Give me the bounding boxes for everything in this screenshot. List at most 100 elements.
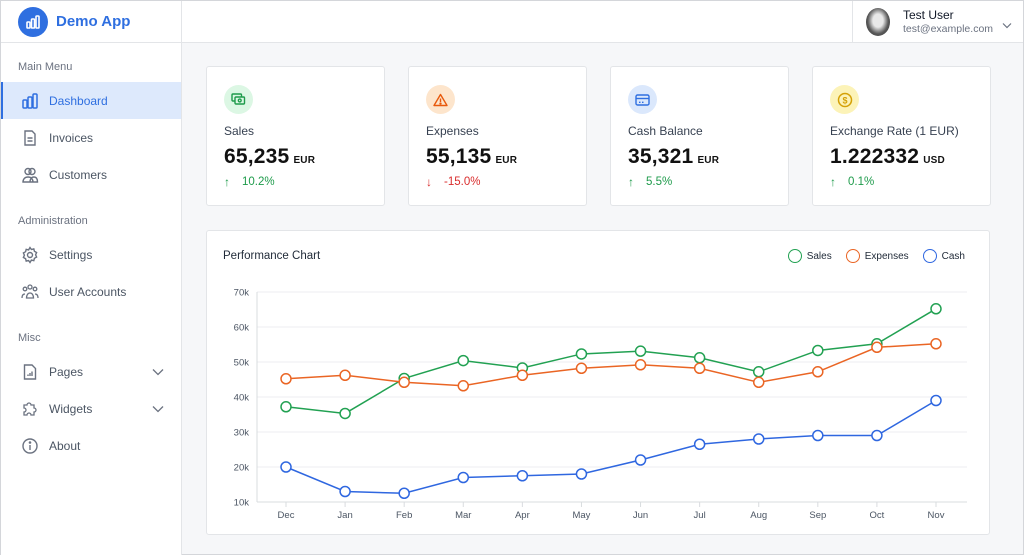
arrow-up-icon: ↑ — [628, 175, 634, 189]
section-label-administration: Administration — [18, 215, 88, 227]
cash-icon — [224, 85, 253, 114]
brand[interactable]: Demo App — [1, 1, 181, 43]
sidebar-item-dashboard[interactable]: Dashboard — [1, 82, 181, 119]
kpi-card-expenses: Expenses 55,135 EUR ↓ -15.0% — [408, 66, 587, 206]
card-change: ↑ 10.2% — [224, 175, 275, 189]
card-unit: EUR — [697, 155, 720, 166]
data-point-expenses — [398, 376, 410, 389]
sidebar-item-invoices[interactable]: Invoices — [1, 119, 181, 156]
y-tick-label: 40k — [234, 393, 250, 404]
chevron-down-icon[interactable] — [152, 402, 164, 416]
card-unit: EUR — [293, 155, 316, 166]
gear-icon — [21, 245, 39, 264]
card-value: 1.222332 USD — [830, 145, 945, 168]
y-tick-label: 60k — [234, 323, 250, 334]
series-line-sales — [285, 308, 937, 415]
line-chart: 10k 20k 30k 40k 50k 60k 70k Dec Jan Feb Mar Apr May J… — [234, 288, 967, 521]
x-tick-label: Jan — [337, 510, 352, 521]
card-unit: EUR — [495, 155, 518, 166]
data-point-expenses — [693, 362, 706, 375]
data-point-expenses — [516, 369, 529, 382]
arrow-up-icon: ↑ — [830, 175, 836, 189]
data-point-cash — [280, 461, 292, 473]
arrow-down-icon: ↓ — [426, 175, 432, 189]
data-point-sales — [812, 344, 824, 357]
data-point-cash — [812, 429, 824, 442]
data-point-sales — [930, 303, 942, 315]
data-point-sales — [575, 348, 588, 360]
card-title: Exchange Rate (1 EUR) — [830, 124, 959, 138]
x-tick-label: Nov — [928, 510, 945, 521]
sidebar: Demo App Main Menu Dashboard Invoices Cu… — [1, 1, 182, 555]
data-point-sales — [280, 401, 292, 413]
document-icon — [21, 129, 39, 147]
series-line-expenses — [285, 343, 937, 387]
card-title: Cash Balance — [628, 124, 703, 138]
x-tick-label: Jul — [694, 510, 706, 521]
card-value: 65,235 EUR — [224, 145, 316, 168]
sidebar-item-label: User Accounts — [49, 284, 127, 299]
svg-text:$: $ — [842, 95, 847, 105]
sidebar-item-user-accounts[interactable]: User Accounts — [1, 273, 181, 310]
data-point-expenses — [457, 380, 470, 392]
data-point-cash — [930, 394, 942, 407]
dollar-coin-icon: $ — [830, 85, 859, 114]
card-change: ↓ -15.0% — [426, 175, 481, 189]
sidebar-item-label: Invoices — [49, 130, 94, 145]
avatar — [866, 7, 890, 36]
sidebar-item-about[interactable]: About — [1, 427, 181, 464]
data-point-sales — [634, 345, 647, 357]
sidebar-item-customers[interactable]: Customers — [1, 156, 181, 193]
y-tick-label: 30k — [234, 428, 250, 439]
card-value: 35,321 EUR — [628, 145, 720, 168]
card-title: Expenses — [426, 124, 479, 138]
sidebar-item-settings[interactable]: Settings — [1, 236, 181, 273]
users-icon — [21, 166, 39, 184]
card-change: ↑ 5.5% — [628, 175, 673, 189]
performance-chart-card: Performance Chart Sales Expenses Cash 10… — [206, 230, 990, 535]
bar-chart-icon — [21, 92, 39, 110]
kpi-card-cash-balance: Cash Balance 35,321 EUR ↑ 5.5% — [610, 66, 789, 206]
data-point-expenses — [575, 362, 588, 375]
data-point-cash — [575, 468, 588, 480]
data-point-expenses — [280, 373, 292, 385]
data-point-sales — [339, 407, 351, 420]
data-point-cash — [398, 487, 410, 499]
sidebar-item-label: About — [49, 438, 81, 453]
info-icon — [21, 437, 39, 455]
sidebar-item-widgets[interactable]: Widgets — [1, 390, 181, 427]
y-tick-label: 50k — [234, 358, 250, 369]
puzzle-icon — [21, 400, 39, 418]
sidebar-item-label: Settings — [49, 247, 93, 262]
chevron-down-icon[interactable] — [1002, 16, 1012, 34]
card-title: Sales — [224, 124, 255, 138]
data-point-expenses — [752, 376, 765, 389]
sidebar-item-label: Pages — [49, 364, 84, 379]
data-point-cash — [339, 485, 351, 498]
x-tick-label: Dec — [278, 510, 295, 521]
sidebar-item-label: Widgets — [49, 401, 93, 416]
card-unit: USD — [923, 155, 945, 166]
data-point-sales — [693, 352, 706, 364]
chevron-down-icon[interactable] — [152, 365, 164, 379]
arrow-up-icon: ↑ — [224, 175, 230, 189]
y-tick-label: 10k — [234, 498, 250, 509]
sidebar-item-pages[interactable]: Pages — [1, 353, 181, 390]
data-point-expenses — [871, 341, 883, 354]
y-tick-label: 70k — [234, 288, 250, 299]
top-header: Test User test@example.com — [182, 1, 1023, 43]
x-tick-label: Aug — [750, 510, 767, 521]
data-point-sales — [457, 354, 470, 367]
x-tick-label: Sep — [809, 510, 826, 521]
kpi-card-exchange-rate: $ Exchange Rate (1 EUR) 1.222332 USD ↑ 0.1… — [812, 66, 991, 206]
credit-card-icon — [628, 85, 657, 114]
x-tick-label: Jun — [633, 510, 648, 521]
data-point-sales — [752, 366, 765, 378]
page-chart-icon — [21, 363, 39, 381]
card-value: 55,135 EUR — [426, 145, 518, 168]
x-tick-label: May — [572, 510, 590, 521]
card-change: ↑ 0.1% — [830, 175, 875, 189]
user-group-icon — [21, 283, 39, 301]
user-menu[interactable]: Test User test@example.com — [852, 1, 1023, 42]
sidebar-item-label: Customers — [49, 167, 108, 182]
